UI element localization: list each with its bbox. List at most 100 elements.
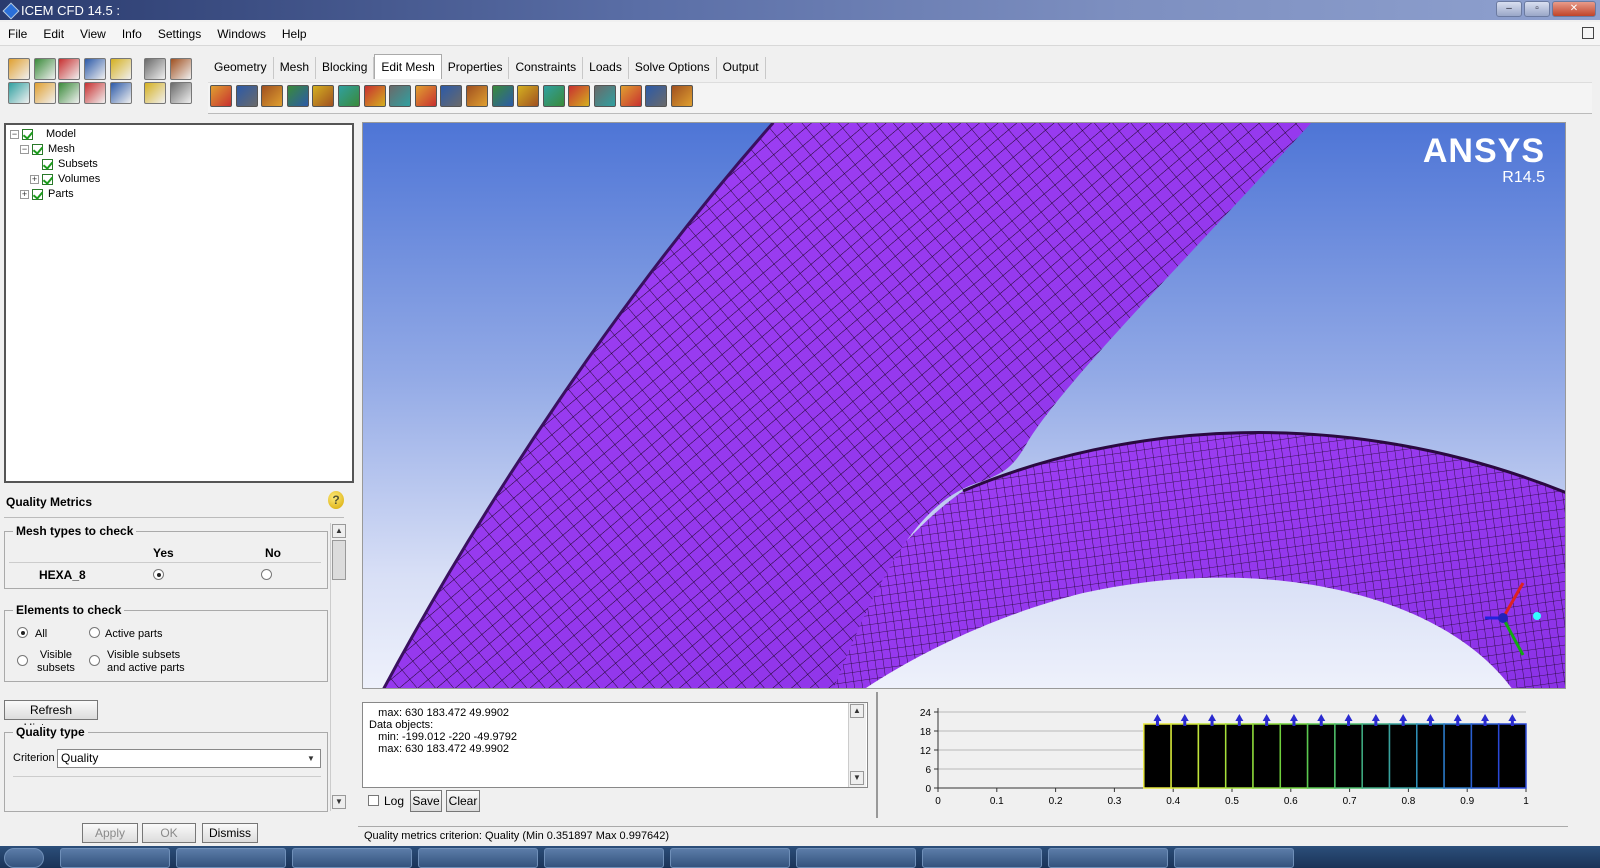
adjust-mesh-density-icon[interactable] (517, 85, 540, 107)
hexa8-no-radio[interactable] (261, 569, 272, 580)
collapse-icon[interactable]: − (10, 129, 19, 139)
taskbar-app-button[interactable] (1174, 848, 1294, 868)
tab-properties[interactable]: Properties (442, 57, 510, 79)
taskbar-app-button[interactable] (796, 848, 916, 868)
menu-info[interactable]: Info (114, 27, 150, 41)
mesh-open-icon[interactable] (84, 58, 106, 80)
delete-nodes-icon[interactable] (619, 85, 642, 107)
message-scrollbar[interactable]: ▲ ▼ (848, 703, 866, 787)
convert-mesh-icon[interactable] (491, 85, 514, 107)
chevron-down-icon[interactable]: ▼ (304, 752, 318, 765)
menu-settings[interactable]: Settings (150, 27, 209, 41)
taskbar-app-button[interactable] (922, 848, 1042, 868)
scroll-down-icon[interactable]: ▼ (332, 795, 346, 809)
measure-icon[interactable] (58, 82, 80, 104)
tab-loads[interactable]: Loads (583, 57, 629, 79)
restore-pane-icon[interactable] (1582, 27, 1594, 39)
scroll-up-icon[interactable]: ▲ (850, 704, 864, 718)
tree-node-model[interactable]: − Model (10, 127, 76, 141)
menu-file[interactable]: File (0, 27, 35, 41)
fit-icon[interactable] (8, 82, 30, 104)
clear-button[interactable]: Clear (446, 790, 480, 812)
scroll-thumb[interactable] (332, 540, 346, 580)
taskbar-app-button[interactable] (418, 848, 538, 868)
geometry-open-icon[interactable] (58, 58, 80, 80)
log-checkbox[interactable] (368, 795, 379, 806)
zoom-icon[interactable] (34, 82, 56, 104)
taskbar-app-button[interactable] (1048, 848, 1168, 868)
visible-active-radio[interactable] (89, 655, 100, 666)
tree-node-parts[interactable]: + Parts (20, 187, 74, 201)
create-elements-icon[interactable] (210, 85, 232, 107)
graphics-viewport[interactable]: ANSYS R14.5 (362, 122, 1566, 689)
scroll-up-icon[interactable]: ▲ (332, 524, 346, 538)
menu-windows[interactable]: Windows (209, 27, 274, 41)
checkbox-icon[interactable] (32, 188, 43, 200)
start-button[interactable] (4, 848, 44, 868)
tree-node-subsets[interactable]: Subsets (42, 157, 98, 171)
move-nodes-icon[interactable] (440, 85, 463, 107)
criterion-select[interactable]: Quality ▼ (57, 749, 321, 768)
tab-solve-options[interactable]: Solve Options (629, 57, 717, 79)
extrude-mesh-icon[interactable] (235, 85, 258, 107)
repair-mesh-icon[interactable] (363, 85, 386, 107)
reorient-mesh-icon[interactable] (594, 85, 616, 107)
menu-view[interactable]: View (72, 27, 114, 41)
taskbar-app-button[interactable] (60, 848, 170, 868)
tree-node-volumes[interactable]: + Volumes (30, 172, 100, 186)
tab-output[interactable]: Output (717, 57, 766, 79)
tab-geometry[interactable]: Geometry (208, 57, 274, 79)
tree-node-mesh[interactable]: − Mesh (20, 142, 75, 156)
menu-edit[interactable]: Edit (35, 27, 72, 41)
checkbox-icon[interactable] (42, 158, 53, 170)
delete-elements-icon[interactable] (645, 85, 668, 107)
visible-subsets-radio[interactable] (17, 655, 28, 666)
blocking-open-icon[interactable] (110, 58, 132, 80)
assign-shell-normals-icon[interactable] (568, 85, 591, 107)
undo-icon[interactable] (144, 58, 166, 80)
hex-view-icon[interactable] (84, 82, 106, 104)
active-parts-radio[interactable] (89, 627, 100, 638)
expand-icon[interactable]: + (20, 189, 29, 199)
smooth-mesh-icon[interactable] (312, 85, 335, 107)
scroll-down-icon[interactable]: ▼ (850, 771, 864, 785)
taskbar-app-button[interactable] (292, 848, 412, 868)
open-folder-icon[interactable] (8, 58, 30, 80)
taskbar-app-button[interactable] (670, 848, 790, 868)
taskbar-app-button[interactable] (544, 848, 664, 868)
transform-mesh-icon[interactable] (466, 85, 488, 107)
renumber-mesh-icon[interactable] (542, 85, 565, 107)
tab-blocking[interactable]: Blocking (316, 57, 375, 79)
solid-icon[interactable] (170, 82, 192, 104)
checkbox-icon[interactable] (22, 128, 33, 140)
taskbar-app-button[interactable] (176, 848, 286, 868)
wireframe-icon[interactable] (144, 82, 166, 104)
panel-scrollbar[interactable]: ▲ ▼ (330, 523, 348, 811)
tab-constraints[interactable]: Constraints (509, 57, 584, 79)
dismiss-button[interactable]: Dismiss (202, 823, 258, 843)
check-mesh-icon[interactable] (261, 85, 284, 107)
apply-button[interactable]: Apply (82, 823, 138, 843)
quality-histogram[interactable]: 24 18 12 6 0 0 0.1 0.2 0.3 0.4 0.5 0.6 0.7 0.8 0.9 1 (876, 692, 1568, 818)
maximize-button[interactable]: ▫ (1524, 1, 1550, 17)
expand-icon[interactable]: + (30, 174, 39, 184)
display-quality-icon[interactable] (286, 85, 309, 107)
tab-edit-mesh[interactable]: Edit Mesh (374, 54, 442, 79)
checkbox-icon[interactable] (32, 143, 43, 155)
hexa8-yes-radio[interactable] (153, 569, 164, 580)
redo-icon[interactable] (170, 58, 192, 80)
save-button[interactable]: Save (410, 790, 442, 812)
ok-button[interactable]: OK (142, 823, 196, 843)
collapse-icon[interactable]: − (20, 144, 29, 154)
menu-help[interactable]: Help (274, 27, 315, 41)
close-button[interactable]: ✕ (1552, 1, 1596, 17)
save-icon[interactable] (34, 58, 56, 80)
all-radio[interactable] (17, 627, 28, 638)
split-mesh-icon[interactable] (414, 85, 437, 107)
smooth-hexa-icon[interactable] (338, 85, 360, 107)
minimize-button[interactable]: – (1496, 1, 1522, 17)
checkbox-icon[interactable] (42, 173, 53, 185)
edit-distributed-attributes-icon[interactable] (670, 85, 693, 107)
tab-mesh[interactable]: Mesh (274, 57, 317, 79)
help-icon[interactable]: ? (328, 491, 344, 509)
